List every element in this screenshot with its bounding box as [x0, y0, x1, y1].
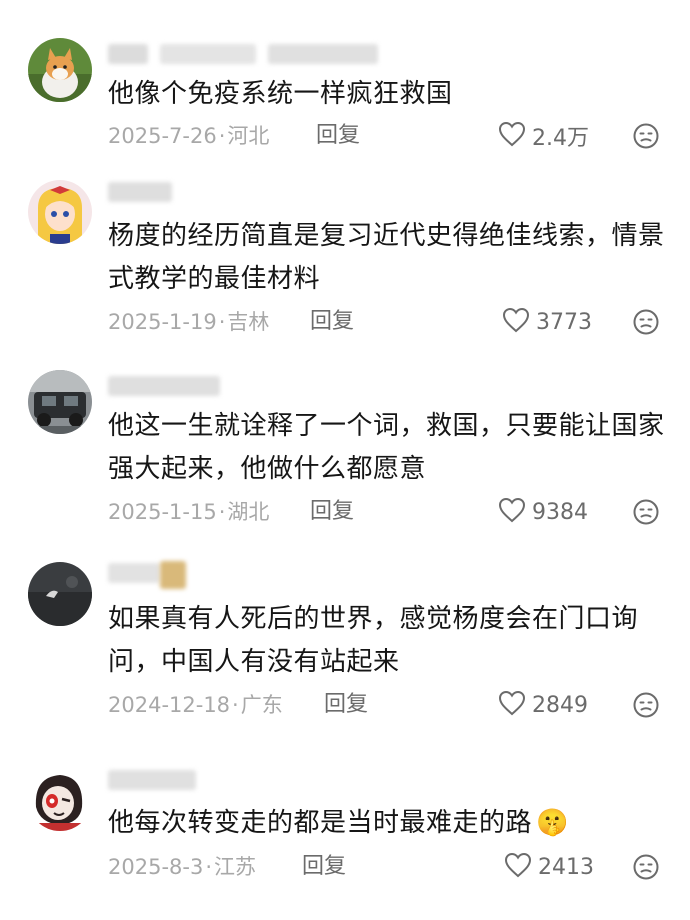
comment-meta: 2025-1-19·吉林 [108, 310, 270, 334]
comment-location: 江苏 [214, 855, 257, 879]
like-button[interactable]: 9384 [498, 497, 588, 527]
heart-icon [498, 497, 526, 527]
like-count: 2413 [538, 854, 594, 880]
like-button[interactable]: 2413 [504, 852, 594, 882]
shushing-face-emoji: 🤫 [536, 808, 569, 838]
anime-girl-avatar-icon[interactable] [28, 180, 92, 244]
like-count: 2849 [532, 692, 588, 718]
comment-location: 河北 [227, 124, 270, 148]
like-button[interactable]: 2849 [498, 690, 588, 720]
comment-text: 他这一生就诠释了一个词，救国，只要能让国家强大起来，他做什么都愿意 [108, 411, 665, 484]
dislike-icon[interactable] [632, 853, 660, 881]
heart-icon [502, 307, 530, 337]
reply-button[interactable]: 回复 [324, 690, 368, 720]
comment-location: 湖北 [227, 500, 270, 524]
comment-location: 广东 [240, 693, 283, 717]
comment-meta: 2024-12-18·广东 [108, 693, 283, 717]
car-avatar-icon[interactable] [28, 370, 92, 434]
comment-text: 他像个免疫系统一样疯狂救国 [108, 79, 453, 109]
dislike-icon[interactable] [632, 691, 660, 719]
heart-icon [498, 121, 526, 151]
like-button[interactable]: 2.4万 [498, 121, 589, 151]
dislike-icon[interactable] [632, 122, 660, 150]
comment-location: 吉林 [227, 310, 270, 334]
comment-meta: 2025-8-3·江苏 [108, 855, 257, 879]
comment-date: 2025-8-3 [108, 855, 204, 879]
heart-icon [504, 852, 532, 882]
reply-button[interactable]: 回复 [310, 307, 354, 337]
like-count: 3773 [536, 309, 592, 335]
dislike-icon[interactable] [632, 308, 660, 336]
reply-button[interactable]: 回复 [310, 497, 354, 527]
comment-meta: 2025-1-15·湖北 [108, 500, 270, 524]
comment-date: 2024-12-18 [108, 693, 231, 717]
comment-date: 2025-7-26 [108, 124, 217, 148]
like-button[interactable]: 3773 [502, 307, 592, 337]
comment-text: 如果真有人死后的世界，感觉杨度会在门口询问，中国人有没有站起来 [108, 604, 639, 677]
dark-photo-avatar-icon[interactable] [28, 562, 92, 626]
reply-button[interactable]: 回复 [316, 121, 360, 151]
cat-avatar-icon[interactable] [28, 38, 92, 102]
heart-icon [498, 690, 526, 720]
cartoon-face-avatar-icon[interactable] [28, 767, 92, 831]
reply-button[interactable]: 回复 [302, 852, 346, 882]
comment-text: 他每次转变走的都是当时最难走的路 🤫 [108, 802, 668, 845]
comment-text-content: 他每次转变走的都是当时最难走的路 [108, 808, 533, 838]
dislike-icon[interactable] [632, 498, 660, 526]
comment-date: 2025-1-19 [108, 310, 217, 334]
like-count: 9384 [532, 499, 588, 525]
comment-text: 杨度的经历简直是复习近代史得绝佳线索，情景式教学的最佳材料 [108, 221, 665, 294]
comment-date: 2025-1-15 [108, 500, 217, 524]
like-count: 2.4万 [532, 126, 589, 151]
comment-meta: 2025-7-26·河北 [108, 124, 270, 148]
